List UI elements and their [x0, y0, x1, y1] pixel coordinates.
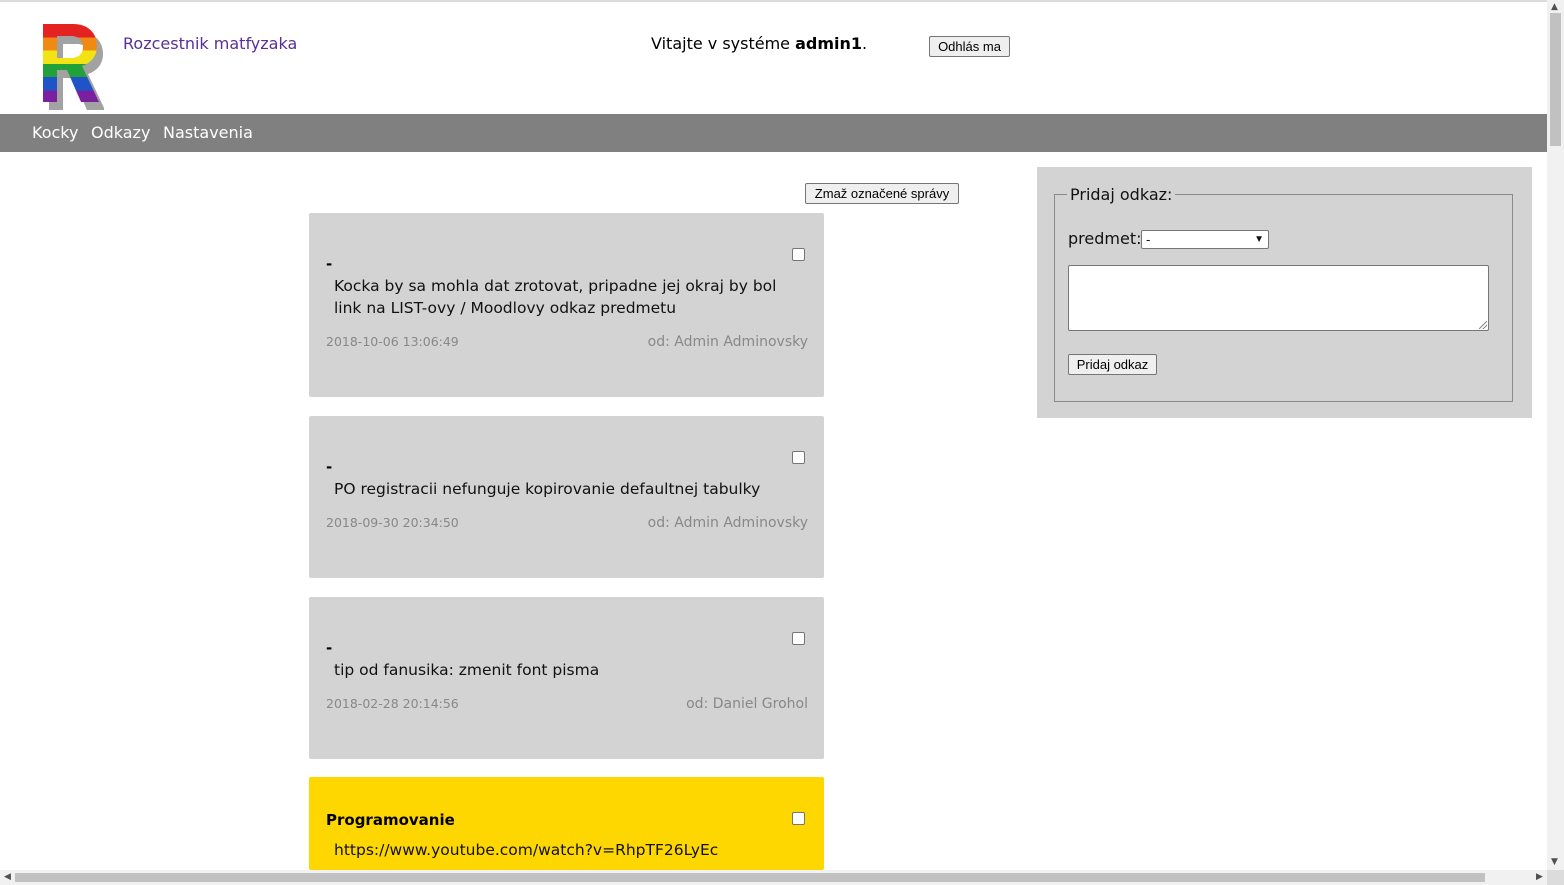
rainbow-r-logo[interactable] — [40, 22, 104, 114]
welcome-text: Vitajte v systéme admin1. — [651, 34, 867, 53]
nav-item-nastavenia[interactable]: Nastavenia — [163, 123, 253, 142]
main-nav: Kocky Odkazy Nastavenia — [0, 114, 1547, 152]
message-card: - Kocka by sa mohla dat zrotovat, pripad… — [309, 213, 824, 397]
horizontal-scroll-thumb[interactable] — [15, 873, 1485, 882]
subject-selected-value: - — [1146, 232, 1151, 247]
message-title: - — [326, 458, 333, 476]
scroll-left-icon[interactable]: ◀ — [4, 872, 11, 882]
chevron-down-icon: ▼ — [1254, 234, 1264, 245]
message-checkbox[interactable] — [792, 451, 805, 464]
username: admin1 — [795, 34, 863, 53]
message-text: Kocka by sa mohla dat zrotovat, pripadne… — [334, 277, 777, 317]
logout-button[interactable]: Odhlás ma — [929, 36, 1010, 57]
message-date: 2018-02-28 20:14:56 — [326, 696, 459, 711]
scroll-right-icon[interactable]: ▶ — [1536, 872, 1543, 882]
message-author: od: Admin Adminovsky — [647, 334, 808, 350]
nav-item-kocky[interactable]: Kocky — [32, 123, 78, 142]
site-name-link[interactable]: Rozcestnik matfyzaka — [123, 34, 297, 53]
message-checkbox[interactable] — [792, 248, 805, 261]
message-card: - PO registracii nefunguje kopirovanie d… — [309, 416, 824, 578]
message-title: - — [326, 639, 333, 657]
message-date: 2018-09-30 20:34:50 — [326, 515, 459, 530]
nav-item-odkazy[interactable]: Odkazy — [91, 123, 150, 142]
message-card: - tip od fanusika: zmenit font pisma 201… — [309, 597, 824, 759]
vertical-scroll-thumb[interactable] — [1550, 13, 1561, 146]
scrollbar-corner — [1547, 870, 1564, 885]
welcome-suffix: . — [862, 34, 868, 53]
add-link-legend: Pridaj odkaz: — [1067, 185, 1176, 204]
message-title: - — [326, 255, 333, 273]
add-link-button[interactable]: Pridaj odkaz — [1068, 354, 1157, 375]
link-url[interactable]: https://www.youtube.com/watch?v=RhpTF26L… — [334, 839, 804, 861]
welcome-prefix: Vitajte v systéme — [651, 34, 796, 53]
message-date: 2018-10-06 13:06:49 — [326, 334, 459, 349]
message-text: tip od fanusika: zmenit font pisma — [334, 661, 600, 679]
resize-grip-icon[interactable] — [1479, 321, 1487, 329]
link-textarea[interactable] — [1068, 265, 1489, 331]
scroll-up-icon[interactable]: ▲ — [1551, 2, 1558, 12]
subject-select[interactable]: - ▼ — [1141, 230, 1269, 249]
message-author: od: Daniel Grohol — [686, 696, 808, 712]
scroll-down-icon[interactable]: ▼ — [1551, 857, 1558, 867]
message-author: od: Admin Adminovsky — [647, 515, 808, 531]
delete-selected-button[interactable]: Zmaž označené správy — [805, 183, 959, 204]
top-border — [0, 0, 1547, 2]
message-checkbox[interactable] — [792, 632, 805, 645]
message-checkbox[interactable] — [792, 812, 805, 825]
link-subject-title: Programovanie — [326, 811, 455, 829]
message-text: PO registracii nefunguje kopirovanie def… — [334, 480, 761, 498]
link-card: Programovanie https://www.youtube.com/wa… — [309, 777, 824, 870]
subject-label: predmet: — [1068, 229, 1142, 248]
